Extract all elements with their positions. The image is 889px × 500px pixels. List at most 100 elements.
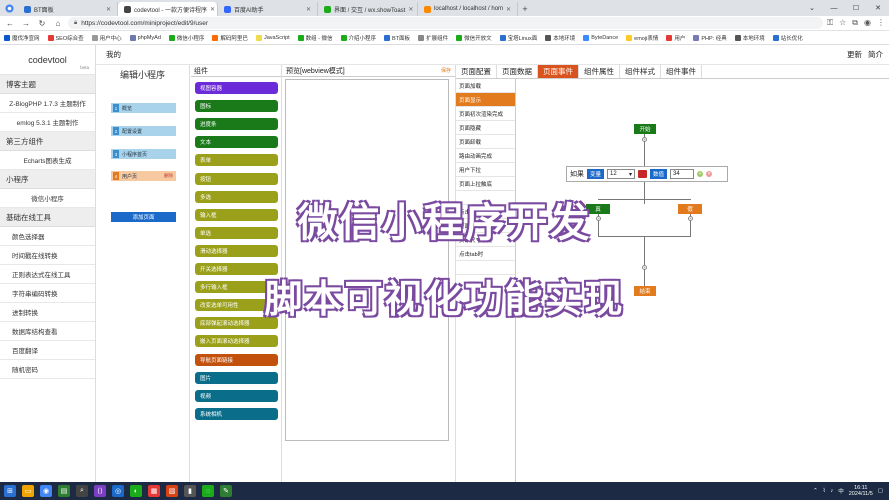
component-item[interactable]: 视图容器: [195, 82, 278, 94]
browser-tab-active[interactable]: codevtool - 一款方便诗程序 ✕: [118, 2, 218, 16]
bookmark-item[interactable]: 宝塔Linux面: [499, 34, 537, 42]
sidebar-section-miniprogram[interactable]: 小程序: [0, 170, 95, 189]
bookmark-item[interactable]: 用户: [666, 34, 685, 42]
add-condition-icon[interactable]: +: [697, 171, 704, 177]
page-event-item[interactable]: 路由动画完成: [456, 149, 515, 163]
bookmark-star-icon[interactable]: ☆: [839, 18, 846, 28]
sidebar-item-echarts[interactable]: Echarts图表生成: [0, 151, 95, 170]
tray-up-icon[interactable]: ⌃: [813, 488, 818, 494]
page-event-item[interactable]: 点击tab时: [456, 247, 515, 261]
page-event-item[interactable]: 页面显示: [456, 93, 515, 107]
close-icon[interactable]: ✕: [306, 6, 311, 13]
delete-page-button[interactable]: 删除: [164, 173, 173, 179]
bookmark-item[interactable]: phpMyAd: [129, 34, 161, 41]
browser-tab[interactable]: 百度AI助手 ✕: [218, 2, 318, 16]
new-tab-icon[interactable]: +: [518, 2, 532, 16]
bookmark-item[interactable]: 本地环境: [734, 34, 765, 42]
variable-type-tag[interactable]: 变量: [587, 169, 605, 179]
sidebar-section-blog[interactable]: 博客主题: [0, 75, 95, 94]
component-item[interactable]: 嵌入页面滚动选择器: [195, 335, 278, 348]
home-icon[interactable]: ⌂: [52, 17, 64, 29]
maximize-icon[interactable]: ☐: [845, 0, 867, 16]
clock[interactable]: 16:11 2024/11/5: [849, 485, 873, 497]
minimize-icon[interactable]: —: [823, 0, 845, 16]
page-event-item[interactable]: 页面初次渲染完成: [456, 107, 515, 121]
sidebar-item-db-structure[interactable]: 数据库结构查看: [0, 322, 95, 341]
bookmark-item[interactable]: 微信小程序: [168, 34, 204, 42]
app-icon[interactable]: ▤: [58, 485, 70, 497]
page-button-config[interactable]: 2 配置设置: [111, 126, 176, 136]
back-icon[interactable]: ←: [4, 17, 16, 29]
properties-tab[interactable]: 页面事件: [538, 65, 579, 78]
component-item[interactable]: 文本: [195, 136, 278, 149]
close-icon[interactable]: ✕: [106, 6, 111, 13]
bookmark-item[interactable]: BT面板: [384, 34, 410, 42]
search-icon[interactable]: ⌕: [76, 485, 88, 497]
add-step-icon[interactable]: +: [642, 137, 647, 142]
bookmark-item[interactable]: 数组 - 微信: [297, 34, 333, 42]
component-item[interactable]: 图片: [195, 371, 278, 384]
close-icon[interactable]: ✕: [210, 6, 215, 13]
properties-tab[interactable]: 组件样式: [620, 65, 661, 78]
if-condition-block[interactable]: 如果 变量 12 ▾ 数值 34 + ×: [566, 166, 728, 182]
properties-tab[interactable]: 组件属性: [579, 65, 620, 78]
app-icon[interactable]: ✎: [220, 485, 232, 497]
my-link[interactable]: 我的: [106, 49, 121, 60]
notifications-icon[interactable]: ▢: [878, 488, 883, 494]
phone-preview-frame[interactable]: [285, 79, 449, 441]
terminal-icon[interactable]: ▮: [184, 485, 196, 497]
update-link[interactable]: 更新: [847, 49, 862, 60]
bookmark-item[interactable]: 介绍小程序: [340, 34, 376, 42]
vscode-icon[interactable]: ⟨⟩: [94, 485, 106, 497]
bookmark-item[interactable]: ByteDance: [583, 34, 618, 41]
sidebar-item-random-password[interactable]: 随机密码: [0, 360, 95, 379]
wechat-devtools-icon[interactable]: ◐: [130, 485, 142, 497]
browser-tab[interactable]: localhost / localhost / hom ✕: [418, 2, 518, 16]
save-button[interactable]: 保存: [441, 67, 451, 74]
brand-logo[interactable]: codevtool beta: [0, 45, 95, 75]
bookmark-item[interactable]: JavaScript: [255, 34, 290, 41]
bookmark-item[interactable]: 用户中心: [91, 34, 122, 42]
wechat-icon[interactable]: ◌: [202, 485, 214, 497]
page-button-user[interactable]: 4 用户页 删除: [111, 171, 176, 181]
page-button-home[interactable]: 3 小程序首页: [111, 149, 176, 159]
close-icon[interactable]: ✕: [408, 6, 413, 13]
bookmark-item[interactable]: 解码阿里巴: [212, 34, 248, 42]
browser-tab[interactable]: BT面板 ✕: [18, 2, 118, 16]
app-icon[interactable]: ▧: [166, 485, 178, 497]
page-event-item[interactable]: 页面加载: [456, 79, 515, 93]
component-item[interactable]: 进度条: [195, 118, 278, 131]
volume-icon[interactable]: ♪: [830, 488, 833, 494]
url-input[interactable]: 🔒︎ https://codevtool.com/miniproject/edi…: [68, 17, 824, 29]
properties-tab[interactable]: 组件事件: [661, 65, 702, 78]
properties-tab[interactable]: 页面数据: [497, 65, 538, 78]
properties-tab[interactable]: 页面配置: [456, 65, 497, 78]
sidebar-item-timestamp[interactable]: 时间戳在线转换: [0, 246, 95, 265]
network-icon[interactable]: ⌇: [823, 488, 826, 494]
browser-tab[interactable]: 界面 / 交互 / wx.showToast ✕: [318, 2, 418, 16]
flow-start-node[interactable]: 开始: [634, 124, 656, 134]
extensions-icon[interactable]: ⧉: [852, 18, 858, 28]
remove-condition-icon[interactable]: ×: [706, 171, 713, 177]
close-window-icon[interactable]: ✕: [867, 0, 889, 16]
profile-link[interactable]: 简介: [868, 49, 883, 60]
menu-icon[interactable]: ⋮: [877, 18, 885, 28]
component-item[interactable]: 按钮: [195, 172, 278, 185]
page-event-item[interactable]: 页面卸载: [456, 135, 515, 149]
close-icon[interactable]: ✕: [506, 6, 511, 13]
reload-icon[interactable]: ↻: [36, 17, 48, 29]
bookmark-item[interactable]: 站长优化: [772, 34, 803, 42]
component-item[interactable]: 图标: [195, 100, 278, 113]
forward-icon[interactable]: →: [20, 17, 32, 29]
sidebar-section-third-party[interactable]: 第三方组件: [0, 132, 95, 151]
sidebar-item-zblog[interactable]: Z-BlogPHP 1.7.3 主题制作: [0, 94, 95, 113]
app-icon[interactable]: ◎: [112, 485, 124, 497]
variable-select[interactable]: 12 ▾: [607, 169, 636, 179]
component-item[interactable]: 导航页面链接: [195, 353, 278, 366]
bookmark-item[interactable]: 魔伐净宣网: [4, 34, 40, 42]
app-icon[interactable]: ▦: [148, 485, 160, 497]
browser-menu-icon[interactable]: [0, 0, 18, 16]
page-event-item[interactable]: 用户下拉: [456, 163, 515, 177]
tab-search-icon[interactable]: ⌄: [801, 0, 823, 16]
bookmark-item[interactable]: 本地环境: [545, 34, 575, 42]
